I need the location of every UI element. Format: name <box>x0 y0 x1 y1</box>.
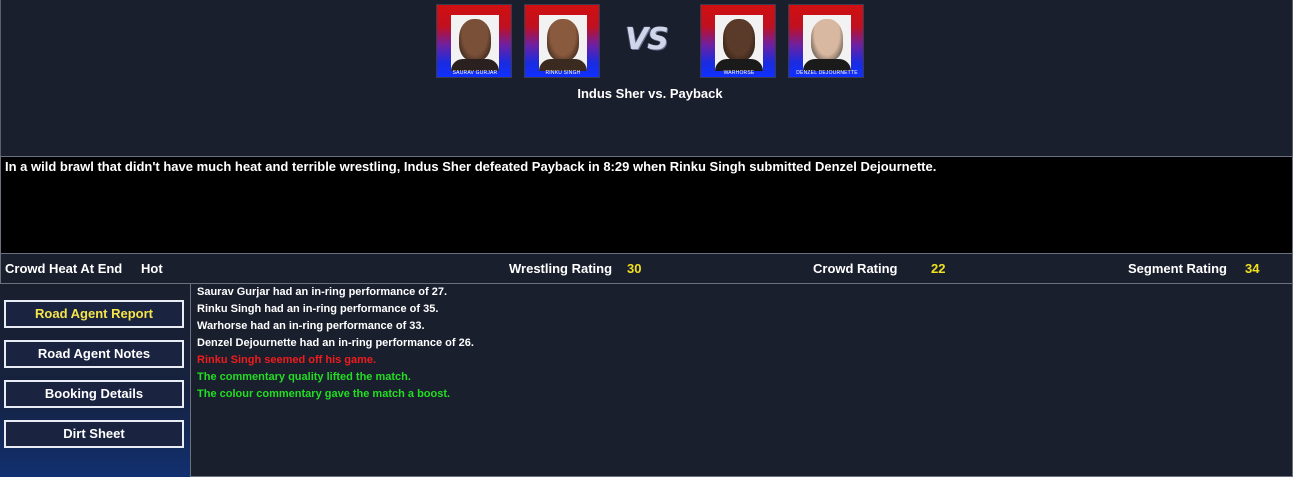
portrait-caption: RINKU SINGH <box>545 70 581 76</box>
log-line: Denzel Dejournette had an in-ring perfor… <box>197 337 474 349</box>
match-summary: In a wild brawl that didn't have much he… <box>0 156 1293 254</box>
wrestler-head <box>547 19 579 61</box>
crowd-rating-value: 22 <box>931 261 946 276</box>
portrait-caption: DENZEL DEJOURNETTE <box>796 70 858 76</box>
wrestler-head <box>811 19 843 61</box>
crowd-heat-value: Hot <box>141 261 163 276</box>
vs-label: VS <box>625 22 669 57</box>
road-agent-report-log: Saurav Gurjar had an in-ring performance… <box>190 284 1293 477</box>
log-line: Rinku Singh seemed off his game. <box>197 354 377 366</box>
wrestler-portrait-2[interactable]: RINKU SINGH <box>524 4 600 78</box>
wrestling-rating-label: Wrestling Rating <box>509 261 613 276</box>
crowd-rating-label: Crowd Rating <box>813 261 898 276</box>
portrait-caption: WARHORSE <box>723 70 755 76</box>
log-line: The colour commentary gave the match a b… <box>197 388 451 400</box>
wrestling-rating-value: 30 <box>627 261 642 276</box>
report-nav-panel: Road Agent Report Road Agent Notes Booki… <box>0 284 190 477</box>
portrait-caption: SAURAV GURJAR <box>452 70 498 76</box>
match-header: SAURAV GURJAR RINKU SINGH VS WARHORSE DE… <box>0 0 1293 156</box>
wrestler-portrait-1[interactable]: SAURAV GURJAR <box>436 4 512 78</box>
portrait-photo <box>803 15 851 71</box>
road-agent-report-button[interactable]: Road Agent Report <box>4 300 184 328</box>
log-line: Warhorse had an in-ring performance of 3… <box>197 320 425 332</box>
wrestler-portrait-4[interactable]: DENZEL DEJOURNETTE <box>788 4 864 78</box>
booking-details-button[interactable]: Booking Details <box>4 380 184 408</box>
portrait-photo <box>539 15 587 71</box>
match-title: Indus Sher vs. Payback <box>577 86 723 101</box>
portrait-photo <box>451 15 499 71</box>
log-line: Rinku Singh had an in-ring performance o… <box>197 303 439 315</box>
wrestler-head <box>723 19 755 61</box>
portrait-photo <box>715 15 763 71</box>
crowd-heat-label: Crowd Heat At End <box>5 261 123 276</box>
dirt-sheet-button[interactable]: Dirt Sheet <box>4 420 184 448</box>
wrestler-portrait-3[interactable]: WARHORSE <box>700 4 776 78</box>
segment-rating-value: 34 <box>1245 261 1260 276</box>
ratings-bar: Crowd Heat At End Hot Wrestling Rating 3… <box>0 254 1293 284</box>
road-agent-notes-button[interactable]: Road Agent Notes <box>4 340 184 368</box>
log-line: The commentary quality lifted the match. <box>197 371 411 383</box>
log-line: Saurav Gurjar had an in-ring performance… <box>197 286 448 298</box>
segment-rating-label: Segment Rating <box>1128 261 1227 276</box>
wrestler-head <box>459 19 491 61</box>
